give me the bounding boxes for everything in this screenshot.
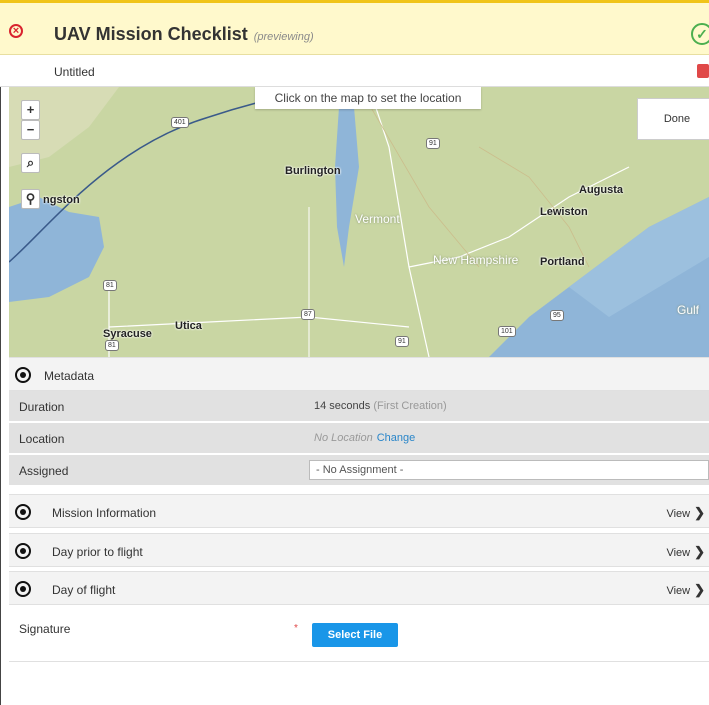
duration-row: Duration 14 seconds (First Creation) [9, 391, 709, 422]
change-location-link[interactable]: Change [377, 432, 416, 444]
duration-label: Duration [19, 400, 65, 414]
assigned-row: Assigned - No Assignment - [9, 455, 709, 486]
location-text: No Location [314, 432, 373, 444]
map-label-burlington: Burlington [285, 165, 341, 177]
select-file-button[interactable]: Select File [312, 623, 398, 647]
done-button[interactable]: Done [637, 98, 709, 140]
zoom-out-button[interactable]: − [21, 120, 40, 140]
route-shield: 401 [171, 117, 189, 128]
section-header-day-prior[interactable]: Day prior to flight View ❯ [9, 533, 709, 567]
page-title: UAV Mission Checklist (previewing) [54, 24, 314, 45]
map-label-augusta: Augusta [579, 184, 623, 196]
zoom-in-button[interactable]: + [21, 100, 40, 120]
signature-label: Signature [19, 622, 71, 636]
map-instruction-banner: Click on the map to set the location [255, 87, 481, 109]
duration-note: (First Creation) [373, 400, 447, 412]
eye-icon[interactable] [15, 581, 31, 597]
section-label: Day prior to flight [52, 545, 143, 559]
view-link[interactable]: View ❯ [666, 505, 705, 521]
location-pin-icon[interactable]: ⚲ [21, 189, 40, 209]
map-label-portland: Portland [540, 256, 585, 268]
view-link[interactable]: View ❯ [666, 582, 705, 598]
section-header-mission-information[interactable]: Mission Information View ❯ [9, 494, 709, 528]
map-label-new-hampshire: New Hampshire [433, 253, 519, 267]
location-row: Location No Location Change [9, 423, 709, 454]
assigned-label: Assigned [19, 464, 69, 478]
map-label-vermont: Vermont [355, 212, 400, 226]
search-icon[interactable]: ⌕ [21, 153, 40, 173]
eye-icon[interactable] [15, 367, 31, 383]
map-label-gulf: Gulf [677, 303, 700, 317]
location-label: Location [19, 432, 65, 446]
document-icon[interactable] [697, 64, 709, 78]
checklist-name: Untitled [54, 65, 95, 79]
metadata-section-header[interactable]: Metadata [9, 357, 709, 391]
route-shield: 81 [103, 280, 117, 291]
location-map[interactable]: Click on the map to set the location Don… [9, 87, 709, 357]
signature-row: Signature * Select File [9, 610, 709, 662]
view-label: View [666, 508, 691, 520]
section-label: Day of flight [52, 583, 116, 597]
route-shield: 91 [395, 336, 409, 347]
location-value: No Location Change [314, 432, 415, 444]
assignment-select[interactable]: - No Assignment - [309, 460, 709, 480]
duration-text: 14 seconds [314, 400, 371, 412]
check-circle-icon[interactable]: ✓ [691, 23, 709, 45]
preview-note: (previewing) [253, 31, 314, 43]
view-link[interactable]: View ❯ [666, 544, 705, 560]
route-shield: 81 [105, 340, 119, 351]
title-text: UAV Mission Checklist [54, 24, 248, 44]
eye-icon[interactable] [15, 504, 31, 520]
eye-icon[interactable] [15, 543, 31, 559]
chevron-right-icon: ❯ [694, 582, 705, 597]
route-shield: 95 [550, 310, 564, 321]
map-label-lewiston: Lewiston [540, 206, 588, 218]
route-shield: 91 [426, 138, 440, 149]
header: × UAV Mission Checklist (previewing) ✓ [0, 3, 709, 55]
chevron-right-icon: ❯ [694, 505, 705, 520]
metadata-heading: Metadata [44, 369, 95, 383]
map-label-syracuse: Syracuse [103, 328, 152, 340]
map-label-utica: Utica [175, 320, 202, 332]
map-label-kingston: ngston [43, 194, 80, 206]
subheader: Untitled [0, 55, 709, 87]
chevron-right-icon: ❯ [694, 544, 705, 559]
view-label: View [666, 585, 691, 597]
section-header-day-of-flight[interactable]: Day of flight View ❯ [9, 571, 709, 605]
close-circle-icon[interactable]: × [9, 24, 23, 38]
view-label: View [666, 547, 691, 559]
duration-value: 14 seconds (First Creation) [314, 400, 447, 412]
route-shield: 87 [301, 309, 315, 320]
route-shield: 101 [498, 326, 516, 337]
required-marker: * [294, 623, 298, 634]
section-label: Mission Information [52, 506, 157, 520]
